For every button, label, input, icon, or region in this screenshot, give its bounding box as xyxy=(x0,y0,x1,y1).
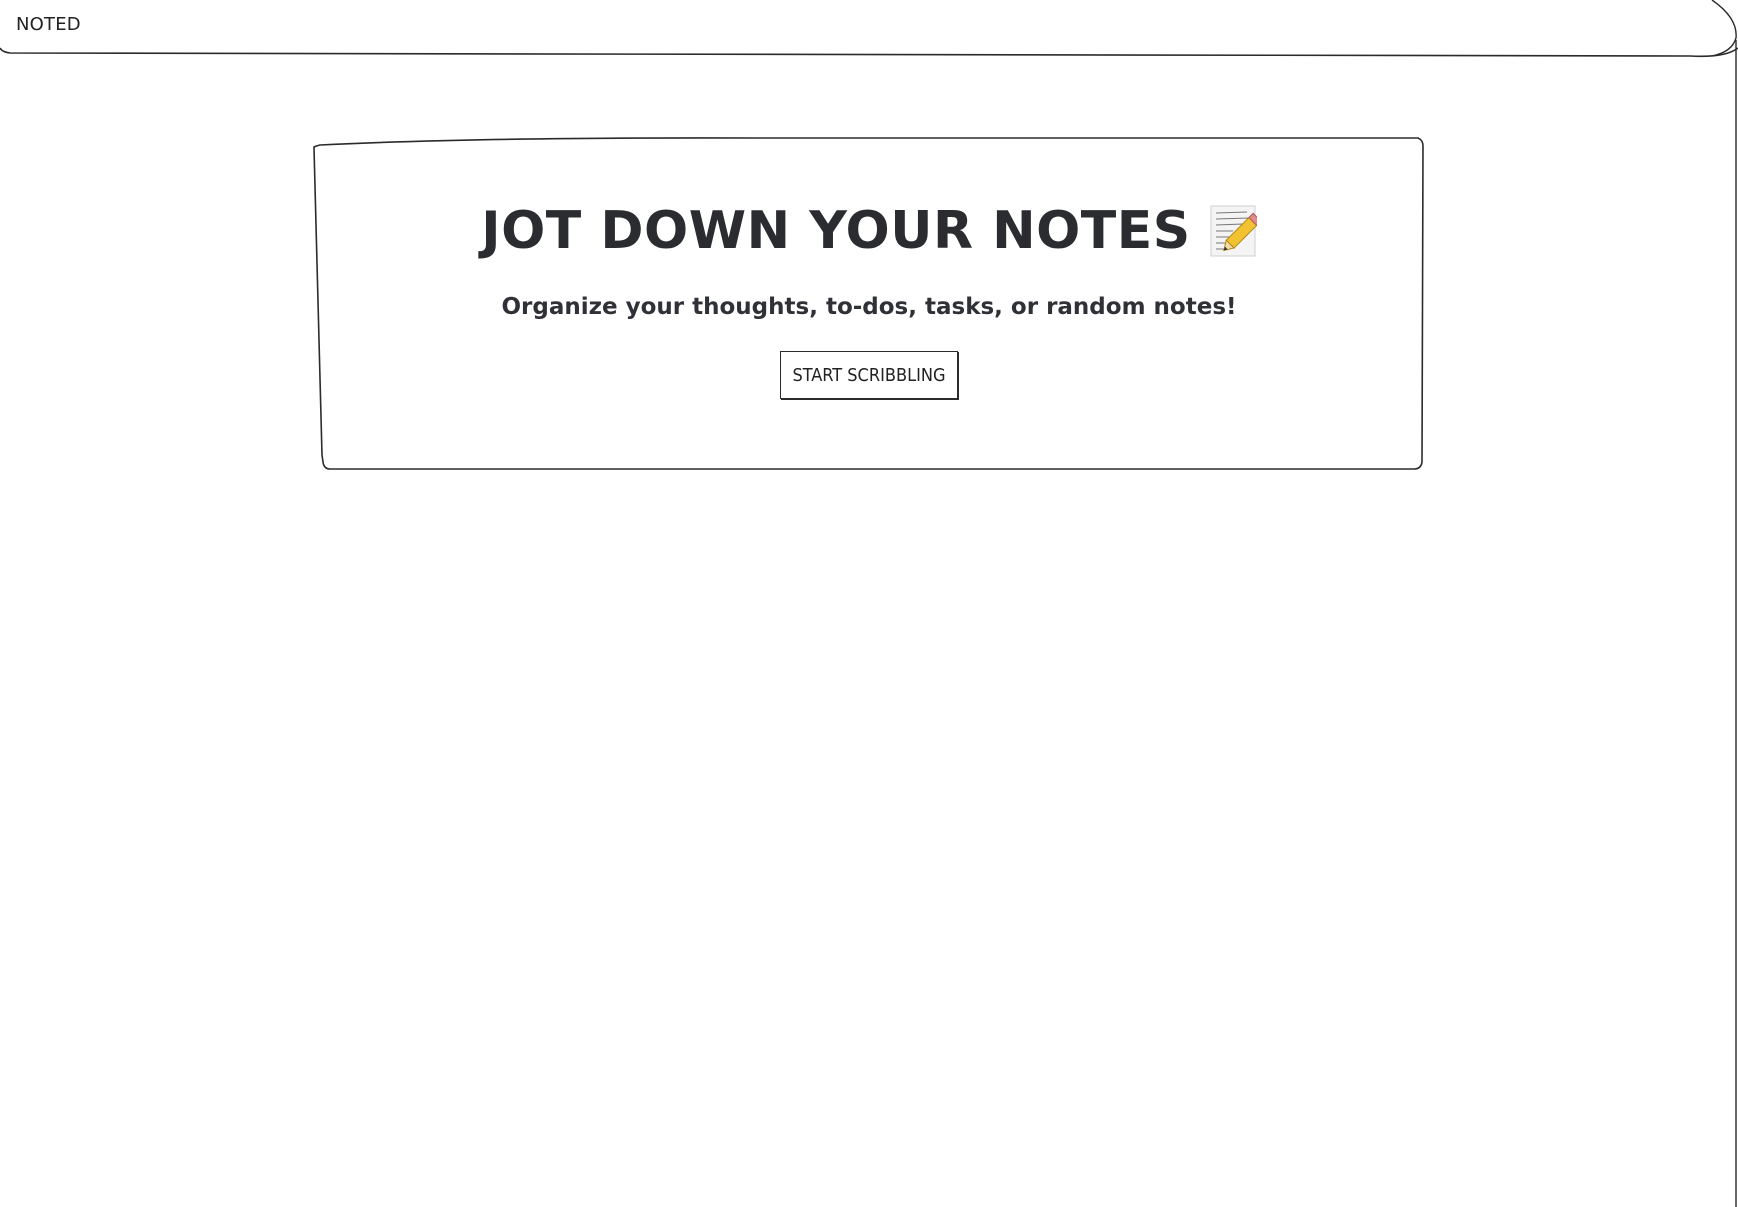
brand-logo[interactable]: NOTED xyxy=(16,14,81,35)
memo-icon xyxy=(1209,204,1262,258)
hero-subtitle: Organize your thoughts, to-dos, tasks, o… xyxy=(501,294,1237,320)
header-right-curve xyxy=(1711,0,1737,57)
hero-title-row: JOT DOWN YOUR NOTES xyxy=(314,204,1424,258)
header-bar-outline xyxy=(0,47,1738,58)
hero-title: JOT DOWN YOUR NOTES xyxy=(481,201,1191,261)
start-scribbling-button[interactable]: START SCRIBBLING xyxy=(780,351,958,399)
hero-card: JOT DOWN YOUR NOTES Organize your though… xyxy=(314,138,1424,470)
